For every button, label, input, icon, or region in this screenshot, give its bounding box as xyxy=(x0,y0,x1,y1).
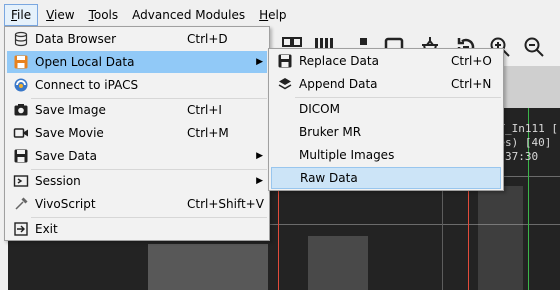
menu-item-exit[interactable]: Exit xyxy=(7,218,267,240)
session-icon xyxy=(13,175,29,187)
menu-item-label: Replace Data xyxy=(299,54,379,68)
menu-item-label: Save Image xyxy=(35,103,106,117)
menu-item-label: Bruker MR xyxy=(299,125,362,139)
menu-item-vivoscript[interactable]: VivoScript Ctrl+Shift+V xyxy=(7,193,267,215)
shortcut-label: Ctrl+N xyxy=(451,77,492,91)
menu-item-open-local-data[interactable]: Open Local Data ▶ xyxy=(7,51,267,73)
menu-item-bruker-mr[interactable]: Bruker MR xyxy=(271,121,501,143)
zoom-out-icon[interactable] xyxy=(522,35,546,59)
ipacs-logo-icon xyxy=(14,78,28,92)
menu-item-dicom[interactable]: DICOM xyxy=(271,98,501,120)
menu-view[interactable]: View xyxy=(40,5,80,25)
save-icon xyxy=(278,54,292,68)
menu-item-save-image[interactable]: Save Image Ctrl+I xyxy=(7,99,267,121)
menu-tools[interactable]: Tools xyxy=(83,5,125,25)
menu-item-session[interactable]: Session ▶ xyxy=(7,170,267,192)
menu-item-append-data[interactable]: Append Data Ctrl+N xyxy=(271,73,501,95)
menu-file[interactable]: File xyxy=(4,4,39,26)
script-tool-icon xyxy=(15,197,28,210)
shortcut-label: Ctrl+D xyxy=(187,32,228,46)
menu-item-raw-data[interactable]: Raw Data xyxy=(271,167,501,189)
shortcut-label: Ctrl+M xyxy=(187,126,229,140)
menu-item-label: VivoScript xyxy=(35,197,96,211)
database-icon xyxy=(14,31,28,47)
shortcut-label: Ctrl+I xyxy=(187,103,222,117)
menu-item-label: Open Local Data xyxy=(35,55,135,69)
save-icon-orange xyxy=(14,55,28,69)
camera-icon xyxy=(14,104,28,116)
menu-help[interactable]: Help xyxy=(253,5,292,25)
file-menu: Data Browser Ctrl+D Open Local Data ▶ Co… xyxy=(4,26,270,241)
menu-item-label: DICOM xyxy=(299,102,340,116)
submenu-arrow-icon: ▶ xyxy=(256,176,263,186)
shortcut-label: Ctrl+Shift+V xyxy=(187,197,264,211)
video-camera-icon xyxy=(13,128,28,138)
menu-item-data-browser[interactable]: Data Browser Ctrl+D xyxy=(7,28,267,50)
submenu-arrow-icon: ▶ xyxy=(256,151,263,161)
scan-image-region xyxy=(148,244,268,290)
open-local-data-submenu: Replace Data Ctrl+O Append Data Ctrl+N D… xyxy=(268,48,504,191)
save-icon xyxy=(14,149,28,163)
menu-item-save-data[interactable]: Save Data ▶ xyxy=(7,145,267,167)
menu-item-label: Append Data xyxy=(299,77,378,91)
menu-advanced-modules[interactable]: Advanced Modules xyxy=(126,5,251,25)
menu-item-label: Save Data xyxy=(35,149,97,163)
menu-item-save-movie[interactable]: Save Movie Ctrl+M xyxy=(7,122,267,144)
menu-item-multiple-images[interactable]: Multiple Images xyxy=(271,144,501,166)
scan-image-region-2 xyxy=(308,236,368,290)
menu-item-label: Raw Data xyxy=(300,171,358,185)
shortcut-label: Ctrl+O xyxy=(451,54,492,68)
menu-item-label: Connect to iPACS xyxy=(35,78,139,92)
menu-item-label: Multiple Images xyxy=(299,148,395,162)
menu-item-connect-ipacs[interactable]: Connect to iPACS xyxy=(7,74,267,96)
menu-item-label: Save Movie xyxy=(35,126,104,140)
exit-icon xyxy=(14,222,28,236)
menu-item-replace-data[interactable]: Replace Data Ctrl+O xyxy=(271,50,501,72)
menu-item-label: Session xyxy=(35,174,81,188)
menu-item-label: Exit xyxy=(35,222,58,236)
menu-item-label: Data Browser xyxy=(35,32,117,46)
layers-icon xyxy=(278,78,292,90)
scan-image-region-3 xyxy=(478,186,523,290)
submenu-arrow-icon: ▶ xyxy=(256,57,263,67)
